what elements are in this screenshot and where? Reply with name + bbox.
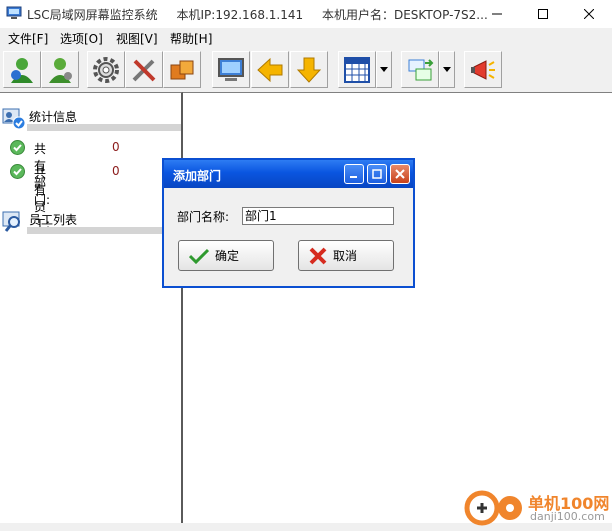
watermark-url: danji100.com xyxy=(530,510,605,523)
app-name: LSC局域网屏幕监控系统 xyxy=(27,8,158,22)
dept-count-value: 0 xyxy=(112,140,120,154)
minimize-icon xyxy=(350,176,357,178)
title-bar: LSC局域网屏幕监控系统 本机IP:192.168.1.141 本机用户名：DE… xyxy=(0,0,612,28)
add-user-button[interactable] xyxy=(3,51,41,88)
dept-name-label: 部门名称: xyxy=(177,210,230,224)
toolbar xyxy=(0,47,612,93)
tools-icon xyxy=(132,59,156,81)
stats-section-header[interactable]: 统计信息 xyxy=(2,106,181,131)
broadcast-button[interactable] xyxy=(464,51,502,88)
window-title: LSC局域网屏幕监控系统 本机IP:192.168.1.141 本机用户名：DE… xyxy=(27,6,503,23)
menu-help[interactable]: 帮助[H] xyxy=(170,30,212,47)
chevron-down-icon xyxy=(443,67,451,72)
menu-file[interactable]: 文件[F] xyxy=(8,30,48,47)
cancel-label: 取消 xyxy=(333,249,358,263)
stats-icon xyxy=(2,108,26,130)
monitor-button[interactable] xyxy=(212,51,250,88)
check-circle-icon xyxy=(10,164,25,179)
back-button[interactable] xyxy=(251,51,289,88)
stats-divider xyxy=(27,124,181,131)
employees-divider xyxy=(27,227,181,234)
close-button[interactable] xyxy=(566,0,612,28)
menu-bar: 文件[F] 选项[O] 视图[V] 帮助[H] xyxy=(0,28,612,47)
schedule-dropdown[interactable] xyxy=(376,51,392,88)
transfer-dropdown[interactable] xyxy=(439,51,455,88)
add-department-dialog: 添加部门 部门名称: 部门1 确定 取消 xyxy=(162,158,415,288)
close-icon xyxy=(584,9,594,19)
dialog-body: 部门名称: 部门1 确定 取消 xyxy=(164,188,413,286)
user-button[interactable] xyxy=(41,51,79,88)
arrow-left-icon xyxy=(257,57,283,82)
local-ip: 本机IP:192.168.1.141 xyxy=(176,8,304,22)
stats-title: 统计信息 xyxy=(29,110,78,124)
monitor-icon xyxy=(218,57,244,81)
maximize-button[interactable] xyxy=(520,0,566,28)
employees-section-header[interactable]: 员工列表 xyxy=(2,209,181,234)
tools-button[interactable] xyxy=(125,51,163,88)
settings-button[interactable] xyxy=(87,51,125,88)
transfer-button[interactable] xyxy=(401,51,439,88)
maximize-icon xyxy=(372,169,382,179)
dialog-close-button[interactable] xyxy=(390,164,410,184)
transfer-icon xyxy=(408,58,434,80)
dialog-maximize-button[interactable] xyxy=(367,164,387,184)
watermark-logo-icon xyxy=(464,490,522,526)
user-gray-icon xyxy=(49,57,72,83)
x-mark-icon xyxy=(309,247,327,264)
checkmark-icon xyxy=(189,248,209,264)
close-icon xyxy=(395,169,405,179)
dialog-minimize-button[interactable] xyxy=(344,164,364,184)
screen-view-area[interactable] xyxy=(183,92,612,523)
maximize-icon xyxy=(538,9,548,19)
watermark: 单机100网 danji100.com xyxy=(464,488,612,528)
gear-icon xyxy=(93,56,119,83)
user-green-icon xyxy=(11,57,33,83)
search-user-icon xyxy=(2,211,20,232)
main-window: LSC局域网屏幕监控系统 本机IP:192.168.1.141 本机用户名：DE… xyxy=(0,0,612,528)
ok-button[interactable]: 确定 xyxy=(178,240,274,271)
left-panel: 统计信息 共有部门: 0 共有员工: 0 员工列表 xyxy=(0,92,183,523)
download-button[interactable] xyxy=(290,51,328,88)
minimize-icon xyxy=(492,13,502,15)
emp-count-value: 0 xyxy=(112,164,120,178)
check-circle-icon xyxy=(10,140,25,155)
dialog-title: 添加部门 xyxy=(173,169,222,183)
chevron-down-icon xyxy=(380,67,388,72)
app-icon xyxy=(6,6,22,19)
megaphone-icon xyxy=(471,59,495,80)
ok-label: 确定 xyxy=(215,249,240,263)
menu-view[interactable]: 视图[V] xyxy=(116,30,158,47)
boxes-button[interactable] xyxy=(163,51,201,88)
menu-options[interactable]: 选项[O] xyxy=(60,30,103,47)
schedule-button[interactable] xyxy=(338,51,376,88)
cancel-button[interactable]: 取消 xyxy=(298,240,394,271)
calendar-grid-icon xyxy=(344,56,370,83)
minimize-button[interactable] xyxy=(474,0,520,28)
local-user: 本机用户名：DESKTOP-7S2... xyxy=(321,8,488,22)
dept-name-input[interactable]: 部门1 xyxy=(242,207,394,225)
employees-title: 员工列表 xyxy=(29,213,78,227)
dialog-title-bar[interactable]: 添加部门 xyxy=(164,160,413,188)
boxes-icon xyxy=(170,60,194,79)
arrow-down-icon xyxy=(296,57,322,83)
